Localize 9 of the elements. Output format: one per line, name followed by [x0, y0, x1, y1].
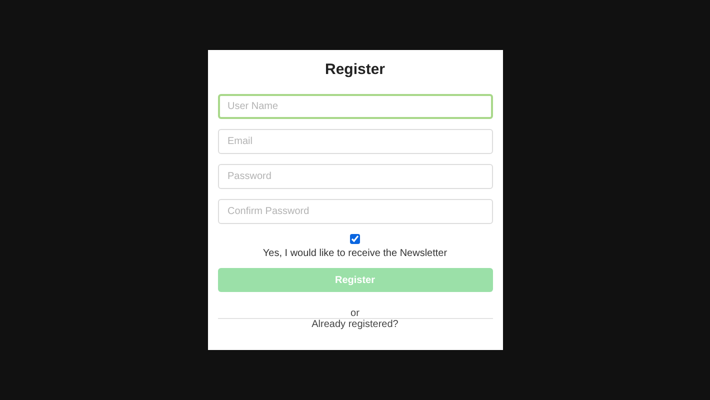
input-field[interactable]: Password — [218, 164, 492, 189]
form-title: Register — [324, 61, 386, 78]
input-field[interactable]: User Name — [218, 94, 492, 119]
input-field[interactable]: Confirm Password — [218, 199, 492, 224]
separator-text: or — [350, 309, 360, 318]
login-link[interactable]: Already registered? — [312, 319, 398, 330]
newsletter-label: Yes, I would like to receive the Newsletter — [262, 248, 448, 259]
newsletter-checkbox[interactable] — [350, 234, 360, 244]
input-field[interactable]: Email — [218, 129, 492, 154]
